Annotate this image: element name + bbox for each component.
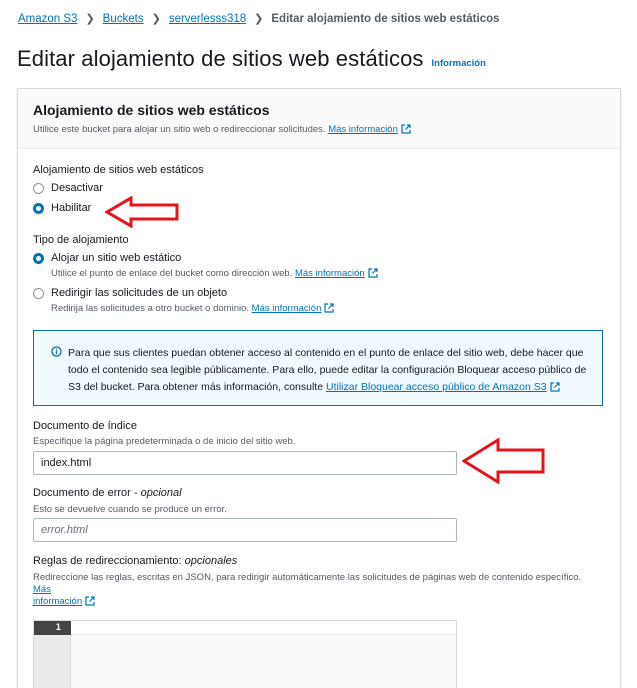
redirect-rules-label: Reglas de redireccionamiento: opcionales <box>33 555 238 567</box>
external-link-icon <box>401 124 411 134</box>
index-document-input[interactable]: index.html <box>33 451 457 475</box>
error-document-label: Documento de error - opcional <box>33 487 182 499</box>
info-link[interactable]: Información <box>432 58 486 69</box>
external-link-icon <box>85 596 95 606</box>
host-static-more-info-link[interactable]: Más información <box>295 268 378 279</box>
chevron-right-icon: ❯ <box>151 13 161 25</box>
redirect-hint: Redirija las solicitudes a otro bucket o… <box>51 303 334 314</box>
page-header: Editar alojamiento de sitios web estátic… <box>17 46 486 72</box>
chevron-right-icon: ❯ <box>85 13 95 25</box>
radio-enable[interactable]: Habilitar <box>33 202 91 214</box>
info-icon <box>51 346 62 357</box>
annotation-arrow-index <box>462 438 545 484</box>
static-hosting-panel: Alojamiento de sitios web estáticos Util… <box>17 88 621 688</box>
external-link-icon <box>324 303 334 313</box>
index-document-hint: Especifique la página predeterminada o d… <box>33 436 296 447</box>
host-static-hint: Utilice el punto de enlace del bucket co… <box>51 268 378 279</box>
redirect-more-info-link[interactable]: Más información <box>252 303 335 314</box>
radio-host-static[interactable]: Alojar un sitio web estático <box>33 252 181 264</box>
radio-enable-label: Habilitar <box>51 202 92 214</box>
breadcrumb-amazon-s3[interactable]: Amazon S3 <box>18 13 77 25</box>
breadcrumb: Amazon S3 ❯ Buckets ❯ serverlesss318 ❯ E… <box>18 12 500 26</box>
redirect-rules-hint: Redireccione las reglas, escritas en JSO… <box>33 572 582 607</box>
editor-active-line[interactable] <box>71 621 456 635</box>
page-title: Editar alojamiento de sitios web estátic… <box>17 46 424 71</box>
index-document-label: Documento de índice <box>33 420 137 432</box>
radio-disable-circle[interactable] <box>33 182 44 194</box>
radio-redirect[interactable]: Redirigir las solicitudes de un objeto <box>33 287 227 299</box>
info-alert: Para que sus clientes puedan obtener acc… <box>33 330 603 406</box>
panel-header: Alojamiento de sitios web estáticos Util… <box>18 89 620 149</box>
editor-line-number: 1 <box>34 621 71 635</box>
error-document-hint: Esto se devuelve cuando se produce un er… <box>33 504 227 515</box>
radio-redirect-label: Redirigir las solicitudes de un objeto <box>51 287 228 299</box>
radio-enable-circle[interactable] <box>33 202 44 214</box>
hosting-label: Alojamiento de sitios web estáticos <box>33 164 204 176</box>
radio-disable[interactable]: Desactivar <box>33 182 103 194</box>
panel-description: Utilice este bucket para alojar un sitio… <box>33 124 605 135</box>
chevron-right-icon: ❯ <box>254 13 264 25</box>
annotation-arrow-enable <box>105 196 179 228</box>
external-link-icon <box>368 268 378 278</box>
redirect-rules-editor[interactable]: 1 <box>33 620 457 688</box>
breadcrumb-buckets[interactable]: Buckets <box>103 13 144 25</box>
breadcrumb-current: Editar alojamiento de sitios web estátic… <box>271 12 500 25</box>
block-public-access-link[interactable]: Utilizar Bloquear acceso público de Amaz… <box>326 381 560 393</box>
panel-title: Alojamiento de sitios web estáticos <box>33 102 270 118</box>
panel-more-info-link[interactable]: Más información <box>328 124 411 135</box>
hosting-type-label: Tipo de alojamiento <box>33 234 129 246</box>
radio-disable-label: Desactivar <box>51 182 103 194</box>
external-link-icon <box>550 382 560 392</box>
breadcrumb-bucket-name[interactable]: serverlesss318 <box>169 13 246 25</box>
redirect-rules-more-info-link[interactable]: Más información <box>33 584 95 607</box>
radio-redirect-circle[interactable] <box>33 287 44 299</box>
error-document-input[interactable]: error.html <box>33 518 457 542</box>
radio-host-static-circle[interactable] <box>33 252 44 264</box>
radio-host-static-label: Alojar un sitio web estático <box>51 252 182 264</box>
alert-text: Para que sus clientes puedan obtener acc… <box>68 347 587 393</box>
